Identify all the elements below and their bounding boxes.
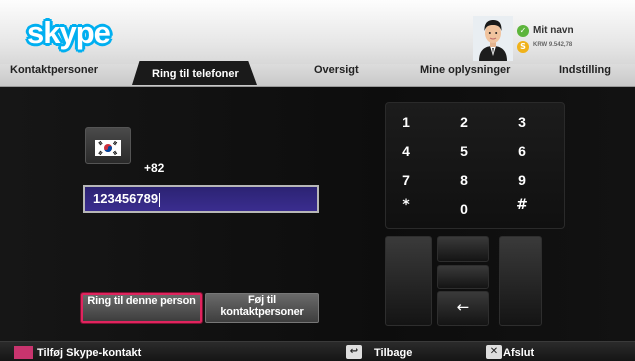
keypad-key-6[interactable]: 6 — [502, 139, 542, 163]
keypad-key-4[interactable]: 4 — [386, 139, 426, 163]
header: skype ✓ S Mit navn KRW 9.542,78 — [0, 0, 635, 64]
nav-pad-right[interactable] — [499, 236, 542, 326]
tab-bar: Kontaktpersoner Ring til telefoner Overs… — [0, 61, 635, 87]
keypad-key-9[interactable]: 9 — [502, 168, 542, 192]
user-credit: KRW 9.542,78 — [533, 42, 573, 48]
tab-overview[interactable]: Oversigt — [314, 64, 359, 87]
keypad-key-2[interactable]: 2 — [444, 110, 484, 134]
close-icon[interactable]: ✕ — [486, 345, 502, 359]
keypad-key-star[interactable]: * — [386, 197, 426, 221]
red-button-icon[interactable] — [14, 346, 33, 359]
country-code: +82 — [144, 161, 165, 175]
phone-number-input[interactable]: 123456789 — [83, 185, 319, 213]
online-status-icon: ✓ — [517, 25, 529, 37]
nav-pad-left[interactable] — [385, 236, 432, 326]
keypad-key-1[interactable]: 1 — [386, 110, 426, 134]
country-select-button[interactable] — [85, 127, 131, 164]
skype-tv-app: skype ✓ S Mit navn KRW 9.542,78 Kontaktp… — [0, 0, 635, 361]
add-skype-contact-label[interactable]: Tilføj Skype-kontakt — [37, 347, 141, 359]
keypad-key-hash[interactable]: # — [502, 197, 542, 221]
text-caret — [159, 192, 161, 207]
call-this-person-button[interactable]: Ring til denne person — [81, 293, 202, 323]
tab-my-info[interactable]: Mine oplysninger — [420, 64, 510, 87]
skype-logo-text: skype — [27, 15, 111, 50]
return-icon[interactable]: ↩ — [346, 345, 362, 359]
south-korea-flag-icon — [95, 140, 121, 156]
keypad: 1 2 3 4 5 6 7 8 9 * 0 # — [385, 102, 565, 229]
tab-settings[interactable]: Indstilling — [559, 64, 611, 87]
keypad-key-0[interactable]: 0 — [444, 197, 484, 221]
bottom-bar: Tilføj Skype-kontakt ↩ Tilbage ✕ Afslut — [0, 341, 635, 361]
tab-contacts[interactable]: Kontaktpersoner — [10, 64, 98, 87]
backspace-icon: ← — [456, 298, 470, 316]
exit-label[interactable]: Afslut — [503, 347, 534, 359]
keypad-key-7[interactable]: 7 — [386, 168, 426, 192]
keypad-key-8[interactable]: 8 — [444, 168, 484, 192]
user-name: Mit navn — [533, 25, 574, 36]
add-to-contacts-button[interactable]: Føj til kontaktpersoner — [205, 293, 319, 323]
back-label[interactable]: Tilbage — [374, 347, 412, 359]
keypad-key-5[interactable]: 5 — [444, 139, 484, 163]
nav-pad-center[interactable] — [437, 265, 489, 289]
skype-logo: skype — [27, 13, 142, 55]
tab-call-phones[interactable]: Ring til telefoner — [132, 61, 257, 85]
nav-pad-up[interactable] — [437, 236, 489, 262]
keypad-key-3[interactable]: 3 — [502, 110, 542, 134]
skype-credit-icon: S — [517, 41, 529, 53]
avatar — [473, 16, 513, 61]
phone-number-value: 123456789 — [93, 191, 159, 206]
